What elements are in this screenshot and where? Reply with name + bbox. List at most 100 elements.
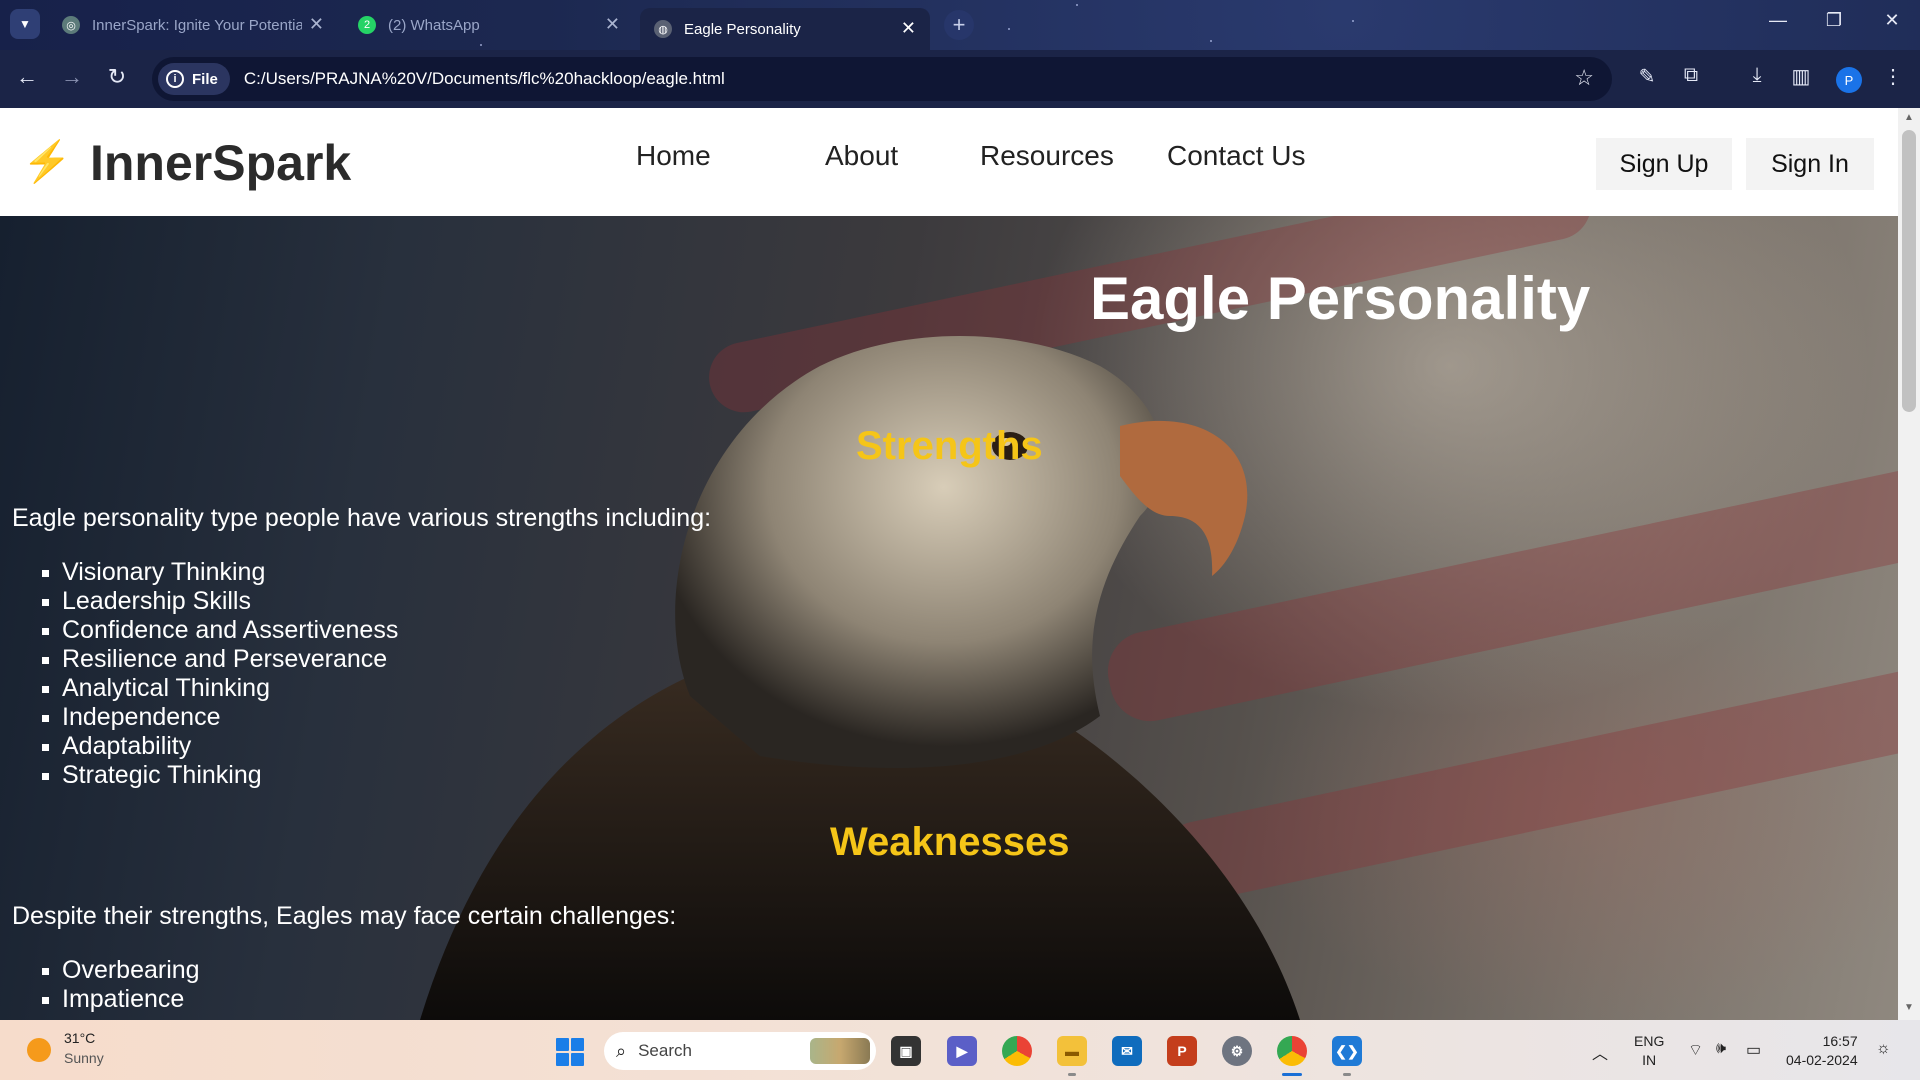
list-item: Independence [40, 703, 398, 732]
running-indicator [1343, 1073, 1351, 1076]
tab-eagle-personality[interactable]: ◍ Eagle Personality ✕ [640, 8, 930, 50]
eyedropper-extension-icon[interactable]: ✎ [1631, 64, 1663, 89]
list-item: Analytical Thinking [40, 674, 398, 703]
close-window-button[interactable]: ✕ [1872, 10, 1912, 31]
restore-window-button[interactable]: ❐ [1814, 10, 1854, 31]
weaknesses-heading: Weaknesses [830, 820, 1070, 864]
page-viewport: ⚡ InnerSpark Home About Resources Contac… [0, 108, 1920, 1020]
download-icon[interactable]: ⤓ [1741, 64, 1773, 87]
site-info-chip[interactable]: i File [158, 63, 230, 95]
browser-menu-icon[interactable]: ⋮ [1877, 64, 1909, 89]
profile-avatar[interactable]: P [1836, 67, 1862, 93]
windows-taskbar: 31°C Sunny ⌕ Search ▣ ▶ ▬ ✉ P ⚙ ❮❯ ︿ ENG… [0, 1020, 1920, 1080]
background-star [480, 44, 482, 46]
tab-innerspark[interactable]: ◎ InnerSpark: Ignite Your Potentia ✕ [48, 8, 338, 42]
sun-weather-icon[interactable] [27, 1038, 51, 1062]
nav-resources[interactable]: Resources [980, 140, 1114, 172]
tab-search-menu-button[interactable]: ▼ [10, 9, 40, 39]
bookmark-star-icon[interactable]: ☆ [1574, 65, 1594, 91]
list-item: Overbearing [40, 956, 200, 985]
site-header: ⚡ InnerSpark Home About Resources Contac… [0, 108, 1898, 216]
weather-condition[interactable]: Sunny [64, 1050, 104, 1066]
minimize-window-button[interactable]: — [1758, 10, 1798, 31]
nav-contact-us[interactable]: Contact Us [1167, 140, 1306, 172]
browser-toolbar: ← → ↻ i File C:/Users/PRAJNA%20V/Documen… [0, 50, 1920, 108]
forward-arrow-icon[interactable]: → [57, 64, 87, 90]
taskbar-search-box[interactable]: ⌕ Search [604, 1032, 876, 1070]
close-tab-icon[interactable]: ✕ [605, 14, 620, 35]
powerpoint-icon[interactable]: P [1167, 1036, 1197, 1066]
weaknesses-list: Overbearing Impatience [40, 956, 200, 1014]
eagle-hero-section: Eagle Personality Strengths Eagle person… [0, 216, 1898, 1020]
site-favicon-icon: ◎ [62, 16, 80, 34]
active-app-indicator [1282, 1073, 1302, 1076]
nav-about[interactable]: About [825, 140, 898, 172]
background-star [1352, 20, 1354, 22]
side-panel-icon[interactable]: ▥ [1785, 64, 1817, 89]
language-indicator[interactable]: ENG IN [1634, 1032, 1664, 1070]
language-code: ENG [1634, 1033, 1665, 1049]
list-item: Confidence and Assertiveness [40, 616, 398, 645]
weather-temperature[interactable]: 31°C [64, 1030, 95, 1046]
new-tab-button[interactable]: + [944, 10, 974, 40]
file-explorer-icon[interactable]: ▬ [1057, 1036, 1087, 1066]
url-text[interactable]: C:/Users/PRAJNA%20V/Documents/flc%20hack… [244, 69, 725, 89]
scroll-up-arrow-icon[interactable]: ▲ [1898, 112, 1920, 123]
tab-title: (2) WhatsApp [388, 16, 480, 34]
vscode-icon[interactable]: ❮❯ [1332, 1036, 1362, 1066]
notifications-icon[interactable]: ☼ [1876, 1040, 1891, 1058]
close-tab-icon[interactable]: ✕ [309, 14, 324, 35]
search-label: Search [638, 1041, 692, 1060]
search-icon: ⌕ [616, 1040, 627, 1061]
info-icon: i [166, 70, 184, 88]
page-title: Eagle Personality [1090, 265, 1591, 332]
chrome-icon[interactable] [1002, 1036, 1032, 1066]
chevron-down-icon: ▼ [19, 17, 31, 31]
list-item: Strategic Thinking [40, 761, 398, 790]
list-item: Resilience and Perseverance [40, 645, 398, 674]
sign-up-button[interactable]: Sign Up [1596, 138, 1732, 190]
scrollbar-thumb[interactable] [1902, 130, 1916, 412]
tab-title: InnerSpark: Ignite Your Potentia [92, 16, 302, 34]
list-item: Adaptability [40, 732, 398, 761]
nav-home[interactable]: Home [636, 140, 711, 172]
scroll-down-arrow-icon[interactable]: ▼ [1898, 1002, 1920, 1013]
list-item: Impatience [40, 985, 200, 1014]
search-highlight-image [810, 1038, 870, 1064]
windows-start-button[interactable] [556, 1038, 584, 1066]
notification-badge: 2 [363, 19, 371, 31]
extensions-puzzle-icon[interactable]: ⧉ [1675, 64, 1707, 87]
task-view-icon[interactable]: ▣ [891, 1036, 921, 1066]
strengths-heading: Strengths [856, 424, 1043, 468]
volume-icon[interactable]: 🕪 [1716, 1040, 1726, 1058]
sign-in-button[interactable]: Sign In [1746, 138, 1874, 190]
background-star [1210, 40, 1212, 42]
site-logo[interactable]: InnerSpark [90, 134, 351, 192]
back-arrow-icon[interactable]: ← [12, 64, 42, 90]
background-star [1008, 28, 1010, 30]
system-clock[interactable]: 16:57 04-02-2024 [1786, 1032, 1858, 1070]
close-tab-icon[interactable]: ✕ [901, 18, 916, 39]
teams-chat-icon[interactable]: ▶ [947, 1036, 977, 1066]
weaknesses-intro: Despite their strengths, Eagles may face… [12, 902, 677, 930]
page-scrollbar[interactable]: ▲ ▼ [1898, 108, 1920, 1020]
clock-date: 04-02-2024 [1786, 1052, 1858, 1068]
list-item: Visionary Thinking [40, 558, 398, 587]
settings-gear-icon[interactable]: ⚙ [1222, 1036, 1252, 1066]
whatsapp-icon: 2 [358, 16, 376, 34]
region-code: IN [1642, 1052, 1657, 1068]
battery-icon[interactable]: ▭ [1746, 1040, 1761, 1060]
wifi-icon[interactable]: ⌔ [1688, 1040, 1703, 1060]
plus-icon: + [952, 12, 966, 37]
running-indicator [1068, 1073, 1076, 1076]
background-star [1076, 4, 1078, 6]
scheme-label: File [192, 70, 218, 88]
tab-whatsapp[interactable]: 2 (2) WhatsApp ✕ [344, 8, 634, 42]
mail-icon[interactable]: ✉ [1112, 1036, 1142, 1066]
show-hidden-icons-chevron-icon[interactable]: ︿ [1592, 1040, 1608, 1064]
chrome-profile-icon[interactable] [1277, 1036, 1307, 1066]
reload-icon[interactable]: ↻ [102, 64, 132, 90]
tab-title: Eagle Personality [684, 20, 801, 38]
globe-icon: ◍ [654, 20, 672, 38]
address-bar[interactable]: i File C:/Users/PRAJNA%20V/Documents/flc… [152, 57, 1612, 101]
